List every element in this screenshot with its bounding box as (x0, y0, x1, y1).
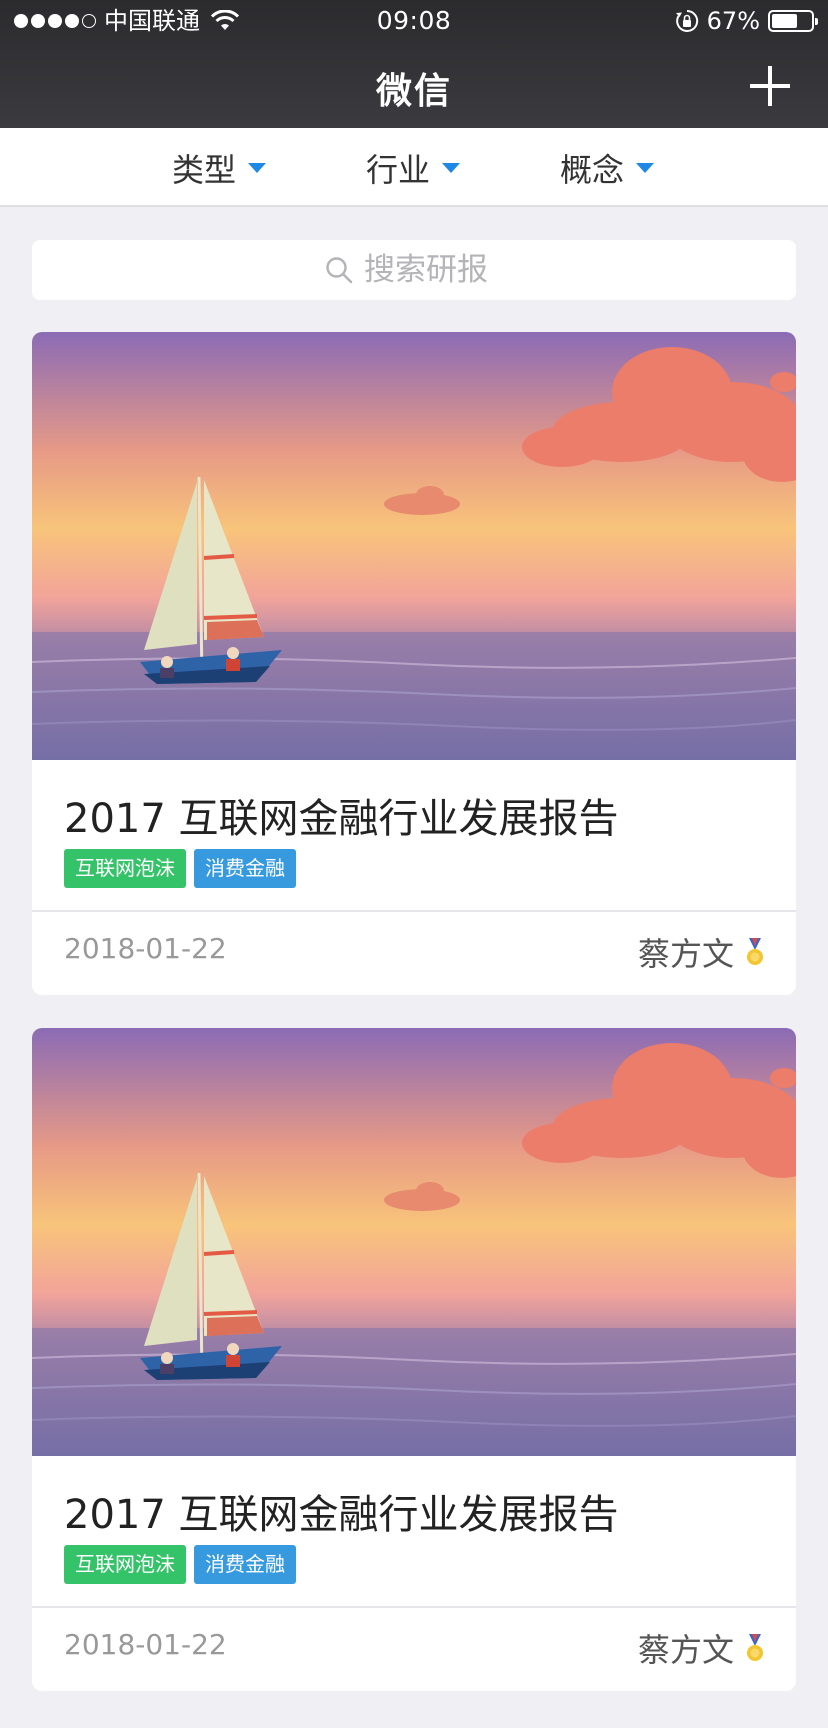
report-card[interactable]: 2017 互联网金融行业发展报告 互联网泡沫 消费金融 2018-01-22 蔡… (32, 1028, 796, 1691)
tag-consumer-finance[interactable]: 消费金融 (194, 849, 296, 888)
caret-down-icon (248, 162, 267, 173)
top-bar: 中国联通 09:08 67% 微信 (0, 0, 828, 128)
filter-type[interactable]: 类型 (172, 128, 267, 207)
filter-concept-label: 概念 (560, 150, 625, 189)
filter-bar: 类型 行业 概念 (0, 128, 828, 207)
page-title: 微信 (375, 71, 452, 112)
search-input[interactable] (364, 252, 504, 288)
battery-fill (772, 14, 798, 28)
medal-icon (747, 1634, 763, 1661)
report-title: 2017 互联网金融行业发展报告 (64, 1492, 619, 1538)
tag-list: 互联网泡沫 消费金融 (64, 849, 296, 888)
author-name: 蔡方文 (637, 1631, 734, 1669)
caret-down-icon (636, 162, 655, 173)
tag-internet-bubble[interactable]: 互联网泡沫 (64, 849, 186, 888)
tag-internet-bubble[interactable]: 互联网泡沫 (64, 1545, 186, 1584)
tag-list: 互联网泡沫 消费金融 (64, 1545, 296, 1584)
medal-icon (747, 938, 763, 965)
rotation-lock-icon (675, 9, 698, 32)
report-card[interactable]: 2017 互联网金融行业发展报告 互联网泡沫 消费金融 2018-01-22 蔡… (32, 332, 796, 995)
sailboat-sunset-illustration (32, 1028, 796, 1456)
filter-type-label: 类型 (172, 150, 237, 189)
caret-down-icon (442, 162, 461, 173)
battery-icon (768, 10, 818, 32)
divider (32, 910, 796, 912)
report-title: 2017 互联网金融行业发展报告 (64, 796, 619, 842)
filter-industry-label: 行业 (366, 150, 431, 189)
search-icon (326, 257, 353, 284)
author-name: 蔡方文 (637, 935, 734, 973)
status-bar: 中国联通 09:08 67% (0, 0, 828, 42)
sailboat-sunset-illustration (32, 332, 796, 760)
filter-concept[interactable]: 概念 (560, 128, 655, 207)
tag-consumer-finance[interactable]: 消费金融 (194, 1545, 296, 1584)
search-bar[interactable] (32, 240, 796, 300)
status-right: 67% (675, 0, 818, 42)
report-date: 2018-01-22 (64, 1628, 227, 1661)
divider (32, 1606, 796, 1608)
app-screen: 中国联通 09:08 67% 微信 类型 行业 概念 搜索研报 2017 互联网… (0, 0, 828, 1728)
report-date: 2018-01-22 (64, 932, 227, 965)
battery-percent: 67% (706, 7, 760, 35)
filter-industry[interactable]: 行业 (366, 128, 461, 207)
plus-icon[interactable] (750, 66, 790, 106)
